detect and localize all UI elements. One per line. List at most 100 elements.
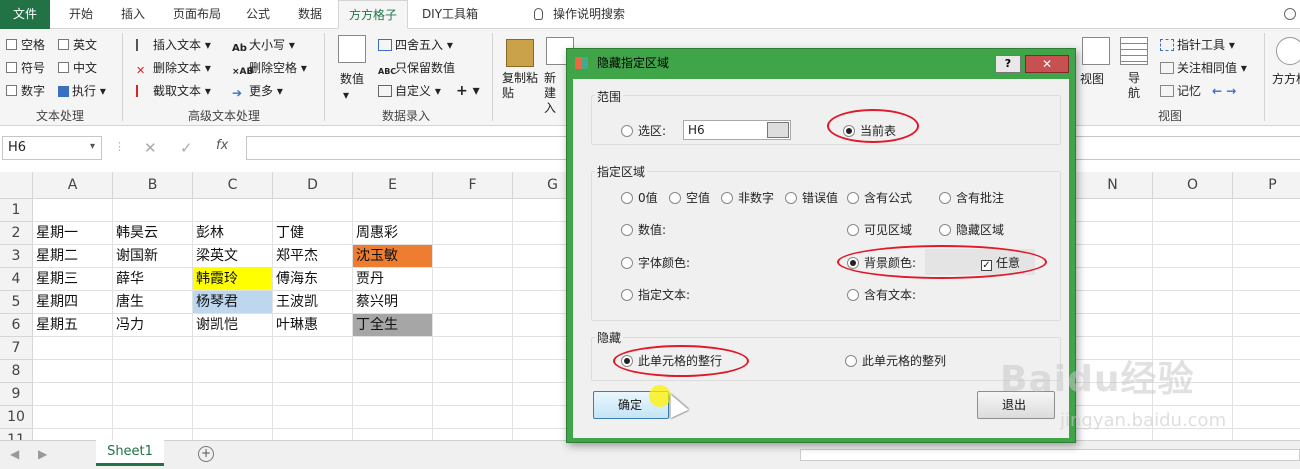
tab-page-layout[interactable]: 页面布局 — [164, 0, 230, 29]
custom-button[interactable]: 自定义 ▾ — [378, 83, 441, 99]
chk-english[interactable]: 英文 — [58, 37, 97, 53]
row-header-10[interactable]: 10 — [0, 406, 33, 429]
cell-A4[interactable]: 星期三 — [33, 268, 113, 291]
more-button[interactable]: ➔ 更多 ▾ — [232, 83, 283, 100]
cell-P5[interactable] — [1233, 291, 1300, 314]
column-header-C[interactable]: C — [193, 172, 273, 199]
cell-C1[interactable] — [193, 199, 273, 222]
cell-E4[interactable]: 贾丹 — [353, 268, 433, 291]
cell-E7[interactable] — [353, 337, 433, 360]
cell-F4[interactable] — [433, 268, 513, 291]
chk-chinese[interactable]: 中文 — [58, 60, 97, 76]
cell-O3[interactable] — [1153, 245, 1233, 268]
number-dropdown-icon[interactable]: ▾ — [343, 87, 349, 103]
cell-P2[interactable] — [1233, 222, 1300, 245]
cell-F10[interactable] — [433, 406, 513, 429]
tab-ffgz[interactable]: 方方格子 — [338, 0, 408, 29]
select-all-corner[interactable] — [0, 172, 33, 199]
cell-B9[interactable] — [113, 383, 193, 406]
tab-formulas[interactable]: 公式 — [236, 0, 280, 29]
cell-F8[interactable] — [433, 360, 513, 383]
memory-button[interactable]: 记忆 — [1160, 83, 1201, 99]
cell-C6[interactable]: 谢凯恺 — [193, 314, 273, 337]
cell-F1[interactable] — [433, 199, 513, 222]
help-icon[interactable]: ? — [995, 55, 1021, 73]
sheet-nav-left-icon[interactable]: ◀ — [10, 447, 19, 461]
cell-C9[interactable] — [193, 383, 273, 406]
cell-D2[interactable]: 丁健 — [273, 222, 353, 245]
cell-C5[interactable]: 杨琴君 — [193, 291, 273, 314]
horizontal-scrollbar[interactable] — [800, 449, 1300, 461]
column-header-B[interactable]: B — [113, 172, 193, 199]
cell-C8[interactable] — [193, 360, 273, 383]
row-header-9[interactable]: 9 — [0, 383, 33, 406]
back-forward-arrows-icon[interactable]: ← → — [1212, 83, 1236, 99]
pointer-tool-button[interactable]: 指针工具 ▾ — [1160, 37, 1235, 53]
cell-C3[interactable]: 梁英文 — [193, 245, 273, 268]
cell-B5[interactable]: 唐生 — [113, 291, 193, 314]
cell-A5[interactable]: 星期四 — [33, 291, 113, 314]
cell-N3[interactable] — [1073, 245, 1153, 268]
cell-P6[interactable] — [1233, 314, 1300, 337]
cell-C2[interactable]: 彭林 — [193, 222, 273, 245]
cell-E8[interactable] — [353, 360, 433, 383]
radio-formula[interactable]: 含有公式 — [847, 191, 912, 205]
cell-O2[interactable] — [1153, 222, 1233, 245]
round-button[interactable]: 四舍五入 ▾ — [378, 37, 453, 53]
tab-data[interactable]: 数据 — [288, 0, 332, 29]
cell-E9[interactable] — [353, 383, 433, 406]
cell-P3[interactable] — [1233, 245, 1300, 268]
cell-B1[interactable] — [113, 199, 193, 222]
fx-icon[interactable]: fx — [216, 138, 228, 153]
row-header-2[interactable]: 2 — [0, 222, 33, 245]
cell-D6[interactable]: 叶琳惠 — [273, 314, 353, 337]
tab-insert[interactable]: 插入 — [108, 0, 158, 29]
radio-contains-text[interactable]: 含有文本: — [847, 288, 916, 302]
cell-O4[interactable] — [1153, 268, 1233, 291]
cell-D7[interactable] — [273, 337, 353, 360]
cell-A7[interactable] — [33, 337, 113, 360]
cell-F3[interactable] — [433, 245, 513, 268]
cell-B2[interactable]: 韩昊云 — [113, 222, 193, 245]
radio-font-color[interactable]: 字体颜色: — [621, 256, 690, 270]
extract-text-button[interactable]: 截取文本 ▾ — [136, 83, 211, 99]
cell-D1[interactable] — [273, 199, 353, 222]
cell-F5[interactable] — [433, 291, 513, 314]
row-header-1[interactable]: 1 — [0, 199, 33, 222]
row-header-3[interactable]: 3 — [0, 245, 33, 268]
number-button[interactable]: 数值 — [340, 71, 364, 87]
sheet-tab-sheet1[interactable]: Sheet1 — [96, 440, 164, 466]
cell-N6[interactable] — [1073, 314, 1153, 337]
case-button[interactable]: Ab 大小写 ▾ — [232, 37, 295, 55]
plus-icon[interactable]: + ▾ — [456, 83, 480, 99]
cell-O1[interactable] — [1153, 199, 1233, 222]
execute-button[interactable]: 执行 ▾ — [58, 83, 106, 99]
cell-N1[interactable] — [1073, 199, 1153, 222]
radio-empty[interactable]: 空值 — [669, 191, 710, 205]
chevron-down-icon[interactable]: ▾ — [90, 141, 95, 152]
cell-B3[interactable]: 谢国新 — [113, 245, 193, 268]
cell-O5[interactable] — [1153, 291, 1233, 314]
close-icon[interactable]: ✕ — [1025, 55, 1069, 73]
chk-number[interactable]: 数字 — [6, 83, 45, 99]
keep-number-button[interactable]: ABC只保留数值 — [378, 60, 455, 78]
cell-D4[interactable]: 傅海东 — [273, 268, 353, 291]
cell-F7[interactable] — [433, 337, 513, 360]
cell-E5[interactable]: 蔡兴明 — [353, 291, 433, 314]
cell-E1[interactable] — [353, 199, 433, 222]
cell-A1[interactable] — [33, 199, 113, 222]
cell-A6[interactable]: 星期五 — [33, 314, 113, 337]
tab-file[interactable]: 文件 — [0, 0, 50, 29]
column-header-N[interactable]: N — [1073, 172, 1153, 199]
cell-N2[interactable] — [1073, 222, 1153, 245]
chk-symbol[interactable]: 符号 — [6, 60, 45, 76]
delete-text-button[interactable]: ✕ 删除文本 ▾ — [136, 60, 211, 77]
sheet-nav-right-icon[interactable]: ▶ — [38, 447, 47, 461]
copy-paste-button[interactable]: 复制粘贴 — [502, 71, 542, 101]
cell-O6[interactable] — [1153, 314, 1233, 337]
smiley-icon[interactable] — [1284, 8, 1296, 20]
cell-A9[interactable] — [33, 383, 113, 406]
cell-B4[interactable]: 薛华 — [113, 268, 193, 291]
radio-selection[interactable]: 选区: — [621, 124, 666, 138]
cell-D8[interactable] — [273, 360, 353, 383]
